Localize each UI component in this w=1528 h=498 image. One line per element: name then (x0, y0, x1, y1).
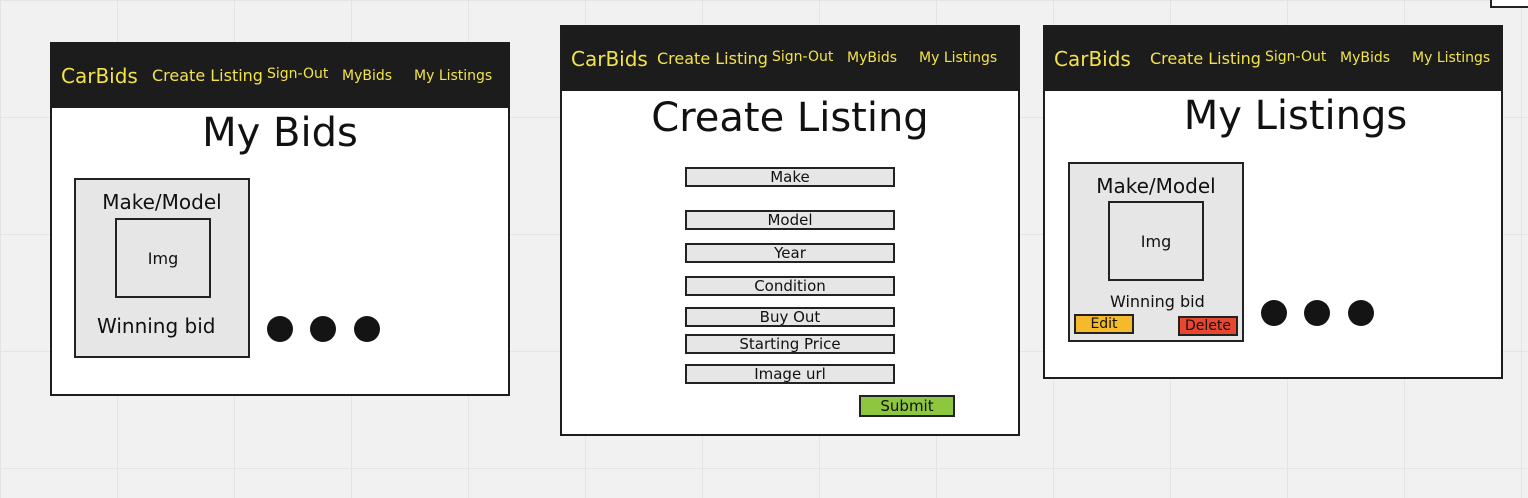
my-listings-frame: CarBids Create Listing Sign-Out MyBids M… (1043, 25, 1503, 379)
car-image-placeholder: Img (115, 218, 211, 298)
nav-create-listing[interactable]: Create Listing (152, 66, 263, 85)
create-listing-frame: CarBids Create Listing Sign-Out MyBids M… (560, 25, 1020, 436)
more-dot (1304, 300, 1330, 326)
canvas-corner-frame (1490, 0, 1528, 8)
car-image-placeholder: Img (1108, 201, 1204, 281)
nav-my-bids[interactable]: MyBids (847, 50, 897, 66)
more-dot (1261, 300, 1287, 326)
navbar: CarBids Create Listing Sign-Out MyBids M… (52, 44, 508, 108)
image-url-field[interactable] (685, 364, 895, 384)
model-field[interactable] (685, 210, 895, 230)
img-label: Img (147, 248, 179, 268)
nav-my-listings[interactable]: My Listings (1412, 50, 1490, 66)
nav-my-bids[interactable]: MyBids (342, 68, 392, 84)
more-dot (267, 316, 293, 342)
more-dot (354, 316, 380, 342)
nav-my-bids[interactable]: MyBids (1340, 50, 1390, 66)
nav-brand[interactable]: CarBids (571, 47, 648, 71)
nav-create-listing[interactable]: Create Listing (1150, 49, 1261, 68)
nav-sign-out[interactable]: Sign-Out (267, 66, 328, 82)
nav-brand[interactable]: CarBids (1054, 47, 1131, 71)
card-title: Make/Model (102, 190, 222, 214)
listing-card[interactable]: Make/Model Img Winning bid Edit Delete (1068, 162, 1244, 342)
nav-my-listings[interactable]: My Listings (919, 50, 997, 66)
navbar: CarBids Create Listing Sign-Out MyBids M… (562, 27, 1018, 91)
nav-sign-out[interactable]: Sign-Out (772, 49, 833, 65)
my-bids-frame: CarBids Create Listing Sign-Out MyBids M… (50, 42, 510, 396)
starting-price-field[interactable] (685, 334, 895, 354)
condition-field[interactable] (685, 276, 895, 296)
delete-button[interactable]: Delete (1178, 316, 1238, 336)
nav-my-listings[interactable]: My Listings (414, 68, 492, 84)
nav-brand[interactable]: CarBids (61, 64, 138, 88)
submit-button[interactable]: Submit (859, 395, 955, 417)
more-dot (1348, 300, 1374, 326)
year-field[interactable] (685, 243, 895, 263)
winning-bid-label: Winning bid (1110, 292, 1205, 311)
card-title: Make/Model (1096, 174, 1216, 198)
img-label: Img (1140, 231, 1172, 251)
winning-bid-label: Winning bid (97, 314, 216, 338)
page-title: Create Listing (651, 95, 929, 141)
buy-out-field[interactable] (685, 307, 895, 327)
navbar: CarBids Create Listing Sign-Out MyBids M… (1045, 27, 1501, 91)
page-title: My Bids (202, 110, 358, 156)
more-dot (310, 316, 336, 342)
nav-create-listing[interactable]: Create Listing (657, 49, 768, 68)
make-field[interactable] (685, 167, 895, 187)
nav-sign-out[interactable]: Sign-Out (1265, 49, 1326, 65)
page-title: My Listings (1183, 93, 1408, 139)
bid-card[interactable]: Make/Model Img Winning bid (74, 178, 250, 358)
edit-button[interactable]: Edit (1074, 314, 1134, 334)
